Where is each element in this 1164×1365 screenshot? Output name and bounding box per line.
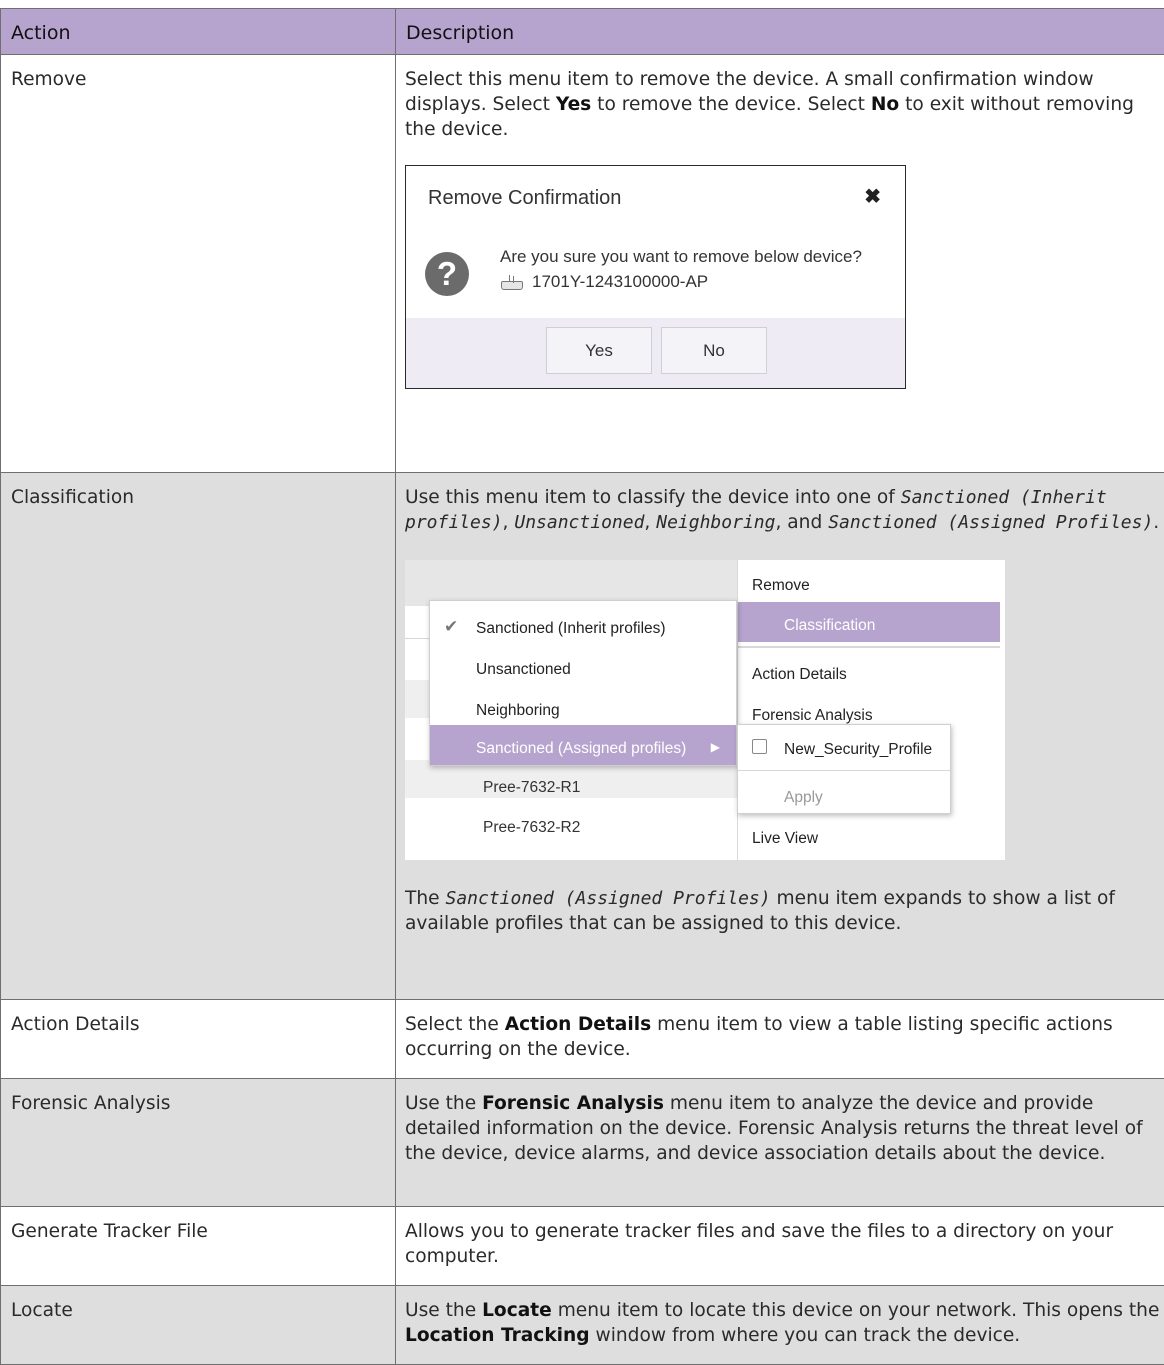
text-run: , (644, 512, 656, 533)
action-cell-generate-tracker-file: Generate Tracker File (1, 1207, 396, 1286)
text-run: window from where you can track the devi… (590, 1325, 1021, 1346)
text-run: menu item to locate this device on your … (552, 1300, 1160, 1321)
device-name: 1701Y-1243100000-AP (532, 269, 708, 294)
table-header-row: Action Description (1, 9, 1164, 55)
action-cell-locate: Locate (1, 1286, 396, 1365)
table-row-remove: Remove Select this menu item to remove t… (1, 55, 1164, 473)
menu-label: Classification (784, 613, 875, 638)
classification-note: The Sanctioned (Assigned Profiles) menu … (405, 886, 1164, 936)
action-cell-remove: Remove (1, 55, 396, 473)
code-term: Unsanctioned (514, 512, 644, 533)
grid-cell: Pree-7632-R1 (483, 775, 580, 800)
description-cell-locate: Use the Locate menu item to locate this … (396, 1286, 1164, 1365)
action-cell-forensic-analysis: Forensic Analysis (1, 1079, 396, 1207)
question-icon: ? (425, 252, 469, 296)
document-page: Action Description Remove Select this me… (0, 0, 1164, 1308)
classification-submenu: ✔ Sanctioned (Inherit profiles) Unsancti… (429, 600, 737, 766)
profile-label[interactable]: New_Security_Profile (784, 737, 932, 762)
description-cell-forensic-analysis: Use the Forensic Analysis menu item to a… (396, 1079, 1164, 1207)
actions-table: Action Description Remove Select this me… (0, 8, 1164, 1365)
grid-cell: Pree-7632-R2 (483, 815, 580, 840)
chevron-right-icon: ▶ (711, 735, 720, 760)
table-row-forensic-analysis: Forensic Analysis Use the Forensic Analy… (1, 1079, 1164, 1207)
close-icon[interactable]: ✖ (864, 185, 881, 210)
submenu-label: Sanctioned (Assigned profiles) (476, 736, 686, 761)
access-point-icon (500, 275, 522, 289)
submenu-item-inherit[interactable]: Sanctioned (Inherit profiles) (476, 616, 666, 641)
text-run: Use this menu item to classify the devic… (405, 487, 901, 508)
remove-confirmation-dialog: Remove Confirmation ✖ ? Are you sure you… (405, 165, 906, 389)
bold-yes: Yes (556, 94, 591, 115)
classification-description: Use this menu item to classify the devic… (405, 485, 1164, 535)
submenu-item-neighboring[interactable]: Neighboring (476, 698, 560, 723)
dialog-footer (406, 318, 905, 388)
remove-description: Select this menu item to remove the devi… (405, 67, 1164, 142)
submenu-item-unsanctioned[interactable]: Unsanctioned (476, 657, 571, 682)
bold-term: Location Tracking (405, 1325, 590, 1346)
submenu-item-assigned[interactable]: Sanctioned (Assigned profiles) ▶ (430, 725, 736, 765)
text-run: , and (775, 512, 828, 533)
table-row-classification: Classification Use this menu item to cla… (1, 473, 1164, 1000)
code-term: Sanctioned (Assigned Profiles) (446, 888, 771, 909)
table-row-action-details: Action Details Select the Action Details… (1, 1000, 1164, 1079)
header-description: Description (396, 9, 1164, 55)
dialog-device: 1701Y-1243100000-AP (500, 269, 708, 294)
dialog-title: Remove Confirmation (428, 186, 621, 211)
menu-divider (738, 646, 1000, 648)
text-run: to remove the device. Select (591, 94, 871, 115)
action-cell-action-details: Action Details (1, 1000, 396, 1079)
text-run: The (405, 888, 446, 909)
table-row-generate-tracker-file: Generate Tracker File Allows you to gene… (1, 1207, 1164, 1286)
bold-term: Locate (482, 1300, 552, 1321)
profiles-submenu: New_Security_Profile Apply (737, 724, 951, 814)
description-cell-action-details: Select the Action Details menu item to v… (396, 1000, 1164, 1079)
code-term: Sanctioned (Assigned Profiles) (828, 512, 1153, 533)
menu-item-action-details[interactable]: Action Details (752, 662, 847, 687)
description-cell-remove: Select this menu item to remove the devi… (396, 55, 1164, 473)
classification-menu-screenshot: Pree-7632-R1 Pree-7632-R2 Remove Classif… (405, 560, 1005, 860)
dialog-message: Are you sure you want to remove below de… (500, 246, 862, 267)
menu-item-classification[interactable]: Classification (738, 602, 1000, 642)
bold-no: No (871, 94, 899, 115)
profile-checkbox[interactable] (752, 739, 767, 754)
menu-divider (738, 770, 950, 771)
menu-item-remove[interactable]: Remove (752, 573, 810, 598)
yes-button[interactable]: Yes (546, 327, 652, 374)
bold-term: Forensic Analysis (482, 1093, 664, 1114)
description-cell-generate-tracker-file: Allows you to generate tracker files and… (396, 1207, 1164, 1286)
text-run: , (503, 512, 515, 533)
text-run: Use the (405, 1300, 482, 1321)
text-run: Select the (405, 1014, 505, 1035)
action-cell-classification: Classification (1, 473, 396, 1000)
no-button[interactable]: No (661, 327, 767, 374)
context-menu: Remove Classification Action Details For… (737, 560, 1005, 860)
text-run: . (1153, 512, 1159, 533)
bold-term: Action Details (505, 1014, 651, 1035)
table-row-locate: Locate Use the Locate menu item to locat… (1, 1286, 1164, 1365)
description-cell-classification: Use this menu item to classify the devic… (396, 473, 1164, 1000)
menu-item-live-view[interactable]: Live View (752, 826, 818, 851)
code-term: Neighboring (656, 512, 775, 533)
apply-button[interactable]: Apply (784, 785, 823, 810)
check-icon: ✔ (444, 614, 458, 639)
header-action: Action (1, 9, 396, 55)
text-run: Use the (405, 1093, 482, 1114)
